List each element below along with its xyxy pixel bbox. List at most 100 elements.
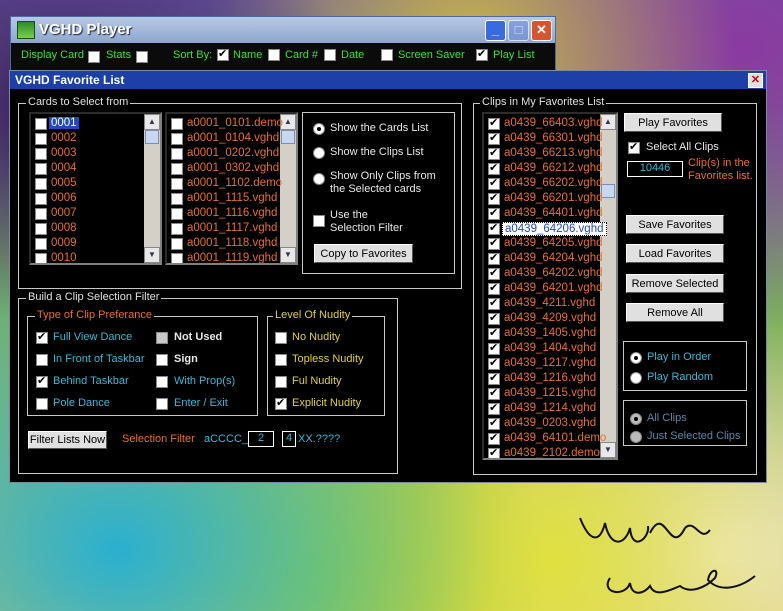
display-card-checkbox[interactable] [88, 51, 100, 63]
load-favorites-button[interactable]: Load Favorites [626, 244, 724, 263]
full-view-checkbox[interactable] [36, 330, 48, 344]
list-item-checkbox[interactable] [488, 386, 500, 400]
list-item-checkbox[interactable] [488, 431, 500, 445]
list-item-checkbox[interactable] [171, 178, 183, 190]
topless-checkbox[interactable] [275, 354, 287, 366]
just-selected-radio[interactable] [630, 431, 642, 443]
list-item-checkbox[interactable] [488, 311, 500, 325]
list-item-checkbox[interactable] [488, 236, 500, 250]
list-item-checkbox[interactable] [35, 148, 47, 160]
list-item-checkbox[interactable] [488, 116, 500, 130]
favorite-close-button[interactable]: ✕ [748, 73, 763, 88]
favorite-titlebar[interactable]: VGHD Favorite List ✕ [10, 71, 766, 89]
play-list-checkbox[interactable] [476, 47, 488, 61]
list-item-checkbox[interactable] [488, 341, 500, 355]
show-cards-radio[interactable] [313, 123, 325, 135]
list-item-checkbox[interactable] [35, 178, 47, 190]
cards-scrollbar[interactable]: ▲ ▼ [144, 114, 160, 263]
scroll-thumb[interactable] [281, 130, 295, 144]
list-item-checkbox[interactable] [35, 208, 47, 220]
scroll-down-icon[interactable]: ▼ [280, 247, 296, 263]
show-only-radio[interactable] [313, 173, 325, 185]
list-item-checkbox[interactable] [488, 266, 500, 280]
remove-all-button[interactable]: Remove All [626, 303, 724, 322]
all-clips-radio[interactable] [630, 413, 642, 425]
cards-list[interactable]: ▲ ▼ 0001 0002 0003 0004 0005 0006 0007 0008 0009… [29, 112, 162, 265]
just-selected-label: Just Selected Clips [647, 430, 741, 442]
scroll-down-icon[interactable]: ▼ [144, 247, 160, 263]
save-favorites-button[interactable]: Save Favorites [626, 215, 724, 234]
no-nudity-checkbox[interactable] [275, 332, 287, 344]
screen-saver-checkbox[interactable] [381, 49, 393, 61]
stats-checkbox[interactable] [136, 51, 148, 63]
clip-count-label-2: Favorites list. [688, 170, 753, 182]
close-button[interactable]: ✕ [531, 20, 552, 41]
list-item-checkbox[interactable] [488, 176, 500, 190]
list-item-checkbox[interactable] [171, 238, 183, 250]
list-item-checkbox[interactable] [488, 191, 500, 205]
list-item-checkbox[interactable] [35, 163, 47, 175]
filter-value-1-input[interactable]: 2 [248, 431, 274, 447]
in-front-checkbox[interactable] [36, 354, 48, 366]
list-item-checkbox[interactable] [488, 131, 500, 145]
list-item-checkbox[interactable] [488, 221, 500, 235]
list-item-checkbox[interactable] [488, 161, 500, 175]
scroll-thumb[interactable] [145, 130, 159, 144]
player-window: VGHD Player _ □ ✕ Display Card Stats Sor… [10, 16, 556, 74]
sort-date-checkbox[interactable] [324, 49, 336, 61]
list-item-checkbox[interactable] [35, 223, 47, 235]
explicit-checkbox[interactable] [275, 396, 287, 410]
list-item-checkbox[interactable] [35, 253, 47, 263]
list-item-checkbox[interactable] [171, 223, 183, 235]
list-item-checkbox[interactable] [488, 446, 500, 458]
list-item-checkbox[interactable] [488, 206, 500, 220]
maximize-button[interactable]: □ [508, 20, 529, 41]
list-item-checkbox[interactable] [488, 296, 500, 310]
enter-exit-checkbox[interactable] [156, 398, 168, 410]
minimize-button[interactable]: _ [485, 20, 506, 41]
list-item-checkbox[interactable] [171, 118, 183, 130]
behind-checkbox[interactable] [36, 374, 48, 388]
list-item-checkbox[interactable] [171, 163, 183, 175]
with-props-checkbox[interactable] [156, 376, 168, 388]
list-item-checkbox[interactable] [35, 133, 47, 145]
list-item-checkbox[interactable] [488, 416, 500, 430]
player-titlebar[interactable]: VGHD Player _ □ ✕ [11, 17, 555, 43]
list-item-checkbox[interactable] [35, 118, 47, 130]
my-clips-list[interactable]: ▲ ▼ a0439_66403.vghda0439_66301.vghda043… [482, 112, 618, 460]
filter-value-2-input[interactable]: 4 [282, 431, 296, 447]
clips-scrollbar[interactable]: ▲ ▼ [280, 114, 296, 263]
sort-name-checkbox[interactable] [217, 47, 229, 61]
sign-checkbox[interactable] [156, 354, 168, 366]
list-item-checkbox[interactable] [488, 401, 500, 415]
select-all-checkbox[interactable] [628, 140, 640, 154]
list-item-checkbox[interactable] [488, 281, 500, 295]
scroll-thumb[interactable] [601, 184, 615, 198]
list-item-checkbox[interactable] [488, 251, 500, 265]
list-item-checkbox[interactable] [488, 356, 500, 370]
play-favorites-button[interactable]: Play Favorites [624, 113, 722, 132]
list-item-checkbox[interactable] [488, 371, 500, 385]
scroll-down-icon[interactable]: ▼ [600, 442, 616, 458]
play-order-radio[interactable] [630, 352, 642, 364]
list-item-checkbox[interactable] [171, 208, 183, 220]
list-item-checkbox[interactable] [171, 193, 183, 205]
play-random-radio[interactable] [630, 372, 642, 384]
list-item-checkbox[interactable] [488, 146, 500, 160]
list-item-checkbox[interactable] [488, 326, 500, 340]
pole-checkbox[interactable] [36, 398, 48, 410]
sort-card-checkbox[interactable] [268, 49, 280, 61]
list-item-checkbox[interactable] [35, 193, 47, 205]
remove-selected-button[interactable]: Remove Selected [626, 274, 724, 293]
use-filter-checkbox[interactable] [313, 215, 325, 227]
copy-to-favorites-button[interactable]: Copy to Favorites [314, 244, 413, 263]
clips-list[interactable]: ▲ ▼ a0001_0101.demo a0001_0104.vghd a0001_… [165, 112, 298, 265]
list-item-checkbox[interactable] [35, 238, 47, 250]
list-item-checkbox[interactable] [171, 148, 183, 160]
show-clips-radio[interactable] [313, 147, 325, 159]
filter-lists-now-button[interactable]: Filter Lists Now [28, 431, 107, 449]
full-nudity-checkbox[interactable] [275, 376, 287, 388]
scroll-up-icon[interactable]: ▲ [144, 114, 160, 130]
list-item-checkbox[interactable] [171, 253, 183, 263]
list-item-checkbox[interactable] [171, 133, 183, 145]
